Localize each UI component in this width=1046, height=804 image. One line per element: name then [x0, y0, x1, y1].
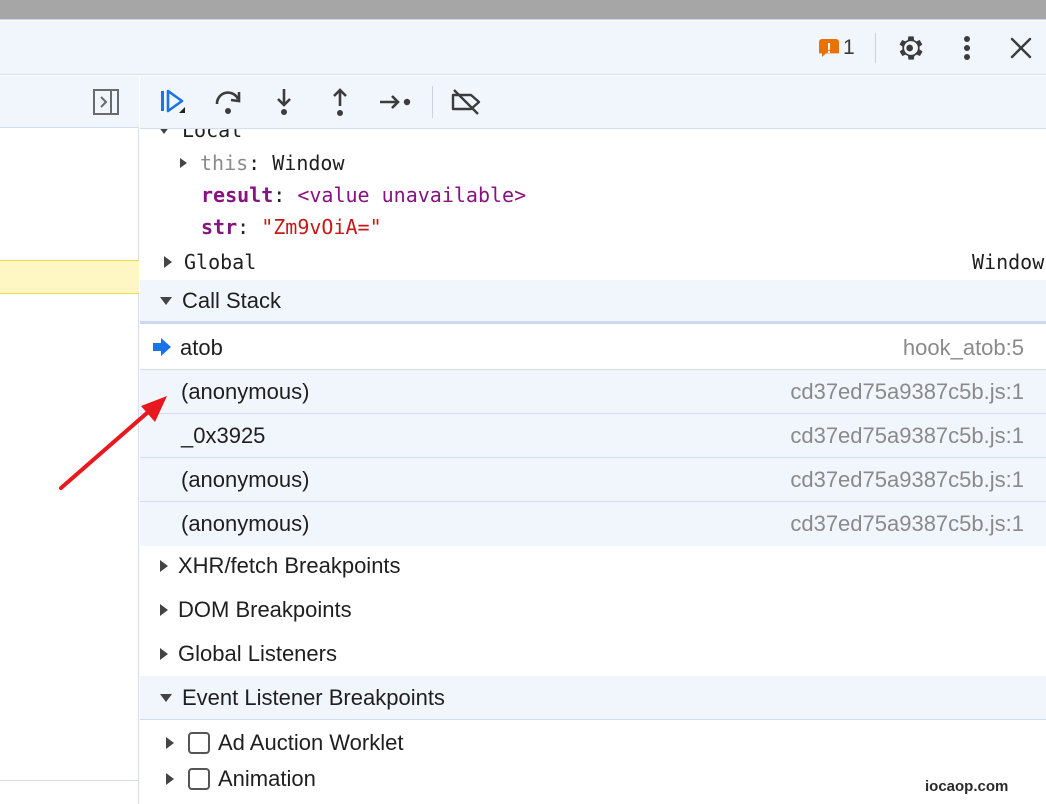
event-listener-breakpoints-label: Event Listener Breakpoints	[182, 684, 445, 710]
call-frame-0[interactable]: atob hook_atob:5	[140, 326, 1046, 370]
more-options-button[interactable]	[950, 31, 984, 65]
expand-arrow-icon	[160, 604, 168, 616]
call-frame-name: (anonymous)	[181, 379, 310, 404]
scope-result-value: <value unavailable>	[297, 183, 527, 207]
step-icon	[380, 95, 411, 109]
expand-arrow-icon	[166, 737, 174, 749]
toggle-debugger-sidebar-button[interactable]	[92, 88, 120, 121]
expand-arrow-icon	[166, 773, 174, 785]
event-category-row[interactable]: Ad Auction Worklet	[140, 725, 1046, 761]
collapse-arrow-icon	[158, 129, 170, 134]
global-listeners-header[interactable]: Global Listeners	[140, 632, 1046, 676]
expand-arrow-icon	[160, 648, 168, 660]
debugger-toolbar	[140, 76, 1046, 129]
call-stack-label: Call Stack	[182, 287, 282, 313]
editor-tab-bar	[0, 76, 139, 128]
call-frame-3[interactable]: (anonymous) cd37ed75a9387c5b.js:1	[140, 458, 1046, 502]
xhr-breakpoints-label: XHR/fetch Breakpoints	[178, 553, 401, 578]
scope-str-key: str	[201, 215, 238, 239]
scope-str-value: "Zm9vOiA="	[261, 215, 382, 239]
step-button[interactable]	[378, 84, 414, 120]
kebab-menu-icon	[964, 36, 970, 60]
global-listeners-label: Global Listeners	[178, 641, 337, 666]
collapse-arrow-icon	[160, 693, 172, 702]
step-out-icon	[333, 88, 347, 116]
scope-this-key: this	[200, 151, 249, 175]
call-frame-name: (anonymous)	[181, 467, 310, 492]
step-into-button[interactable]	[266, 84, 302, 120]
dom-breakpoints-header[interactable]: DOM Breakpoints	[140, 588, 1046, 632]
editor-status-divider	[0, 780, 139, 781]
call-frame-4[interactable]: (anonymous) cd37ed75a9387c5b.js:1	[140, 502, 1046, 546]
toolbar-divider	[875, 33, 876, 63]
issues-badge[interactable]: ! 1	[819, 36, 855, 59]
settings-button[interactable]	[894, 31, 928, 65]
debugger-sidebar: Local this: Window result: <value unavai…	[140, 129, 1046, 804]
call-frame-location[interactable]: cd37ed75a9387c5b.js:1	[790, 511, 1024, 537]
call-frame-2[interactable]: _0x3925 cd37ed75a9387c5b.js:1	[140, 414, 1046, 458]
paused-line-highlight	[0, 260, 139, 294]
step-out-button[interactable]	[322, 84, 358, 120]
event-category-label: Ad Auction Worklet	[218, 730, 404, 755]
resume-button[interactable]	[154, 84, 190, 120]
call-frame-1[interactable]: (anonymous) cd37ed75a9387c5b.js:1	[140, 370, 1046, 414]
event-category-checkbox[interactable]	[188, 768, 210, 790]
step-over-button[interactable]	[210, 84, 246, 120]
event-category-label: Animation	[218, 766, 316, 791]
call-frame-name: _0x3925	[181, 423, 266, 448]
call-frame-location[interactable]: cd37ed75a9387c5b.js:1	[790, 467, 1024, 493]
close-icon	[1010, 37, 1032, 59]
gear-icon	[899, 36, 923, 60]
close-devtools-button[interactable]	[1004, 31, 1038, 65]
scope-local-header[interactable]: Local	[158, 129, 242, 145]
scope-str-row: str: "Zm9vOiA="	[201, 215, 382, 239]
step-into-icon	[277, 89, 291, 115]
call-frame-location[interactable]: cd37ed75a9387c5b.js:1	[790, 379, 1024, 405]
watermark: iocaop.com	[925, 778, 1009, 795]
debugger-toolbar-separator	[432, 86, 433, 118]
window-top-strip	[0, 0, 1046, 20]
warning-icon: !	[819, 39, 839, 57]
expand-arrow-icon	[160, 560, 168, 572]
scope-global-value: Window	[972, 250, 1045, 274]
collapse-arrow-icon	[160, 296, 172, 305]
scope-this-value: Window	[272, 151, 345, 175]
expand-arrow-icon	[180, 158, 187, 168]
resume-icon	[161, 89, 185, 113]
sidebar-toggle-icon	[93, 89, 119, 115]
editor-status-text: ......	[4, 792, 70, 804]
call-stack-header[interactable]: Call Stack	[140, 280, 1046, 324]
event-category-row[interactable]: Animation	[140, 761, 1046, 797]
call-frame-location[interactable]: cd37ed75a9387c5b.js:1	[790, 423, 1024, 449]
dom-breakpoints-label: DOM Breakpoints	[178, 597, 352, 622]
event-category-row[interactable]	[140, 797, 1046, 804]
current-frame-arrow-icon	[153, 338, 171, 356]
call-frame-location[interactable]: hook_atob:5	[903, 335, 1024, 361]
devtools-main-toolbar: ! 1	[0, 21, 1046, 75]
scope-global-header[interactable]: Global	[164, 247, 256, 277]
event-category-checkbox[interactable]	[188, 732, 210, 754]
scope-result-row: result: <value unavailable>	[201, 183, 527, 207]
xhr-breakpoints-header[interactable]: XHR/fetch Breakpoints	[140, 544, 1046, 588]
scope-local-label: Local	[182, 129, 243, 142]
event-listener-breakpoints-header[interactable]: Event Listener Breakpoints	[140, 676, 1046, 720]
scope-result-key: result	[201, 183, 274, 207]
deactivate-breakpoints-button[interactable]	[448, 84, 484, 120]
call-frame-name: (anonymous)	[181, 511, 310, 536]
call-frame-name: atob	[180, 335, 223, 360]
breakpoints-deactivate-icon	[451, 89, 481, 115]
scope-global-label: Global	[184, 250, 257, 274]
expand-arrow-icon	[164, 256, 172, 268]
step-over-icon	[215, 91, 241, 114]
issues-count: 1	[843, 36, 855, 59]
annotation-arrow	[59, 396, 167, 490]
scope-this-row[interactable]: this: Window	[180, 148, 345, 178]
